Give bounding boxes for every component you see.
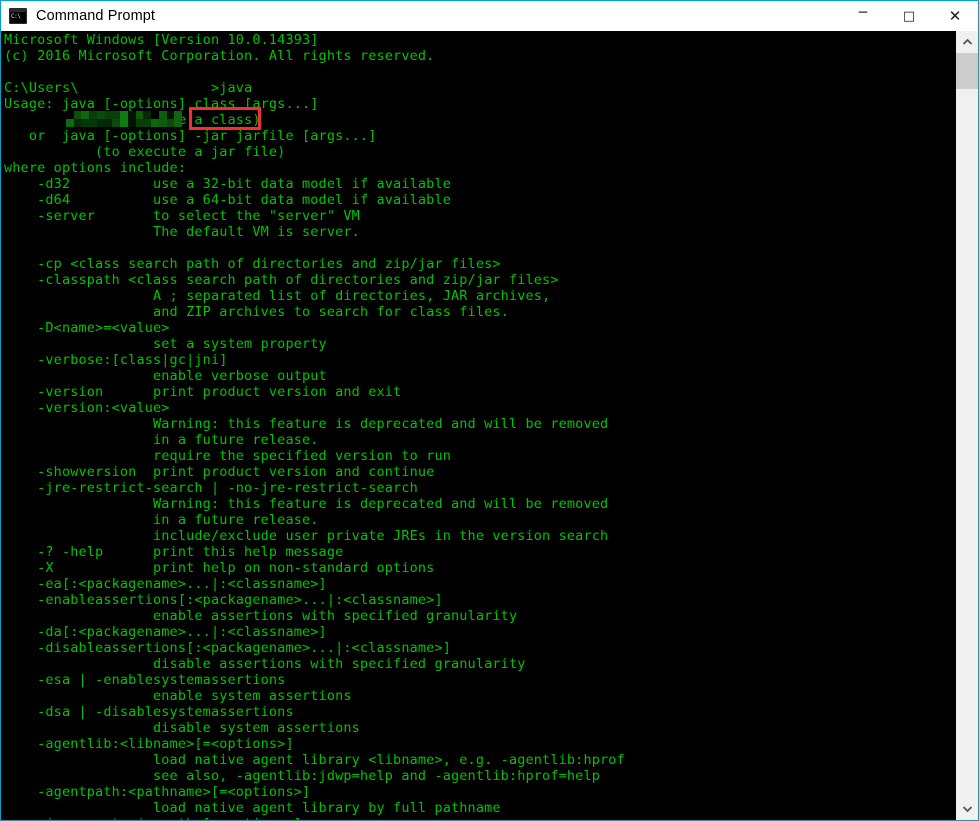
console-output-text: Microsoft Windows [Version 10.0.14393] (… (4, 32, 625, 820)
minimize-button[interactable]: ─ (840, 1, 886, 31)
window-controls: ─ □ ✕ (840, 1, 978, 31)
console-area: Microsoft Windows [Version 10.0.14393] (… (1, 31, 978, 820)
scrollbar-track[interactable] (956, 53, 978, 798)
redaction-tile (128, 111, 136, 119)
redaction-tile (66, 111, 74, 119)
redaction-tile (136, 119, 144, 127)
maximize-icon: □ (903, 10, 915, 23)
maximize-button[interactable]: □ (886, 1, 932, 31)
redaction-tile (159, 111, 167, 119)
redaction-tile (112, 111, 120, 119)
redaction-tile (89, 111, 97, 119)
scroll-up-button[interactable] (956, 31, 978, 53)
redaction-tile (174, 119, 182, 127)
redaction-tile (167, 119, 175, 127)
redaction-tile (74, 111, 82, 119)
redaction-tile (97, 119, 105, 127)
redaction-tile (143, 111, 151, 119)
scroll-down-arrow-icon (963, 806, 972, 812)
redaction-tile (128, 119, 136, 127)
cmd-console-icon: C:\ (9, 8, 27, 24)
close-button[interactable]: ✕ (932, 1, 978, 31)
redaction-tile (159, 119, 167, 127)
cmd-icon-screen-text: C:\ (10, 12, 26, 23)
redaction-tile (112, 119, 120, 127)
redaction-tile (174, 111, 182, 119)
redaction-tile (151, 119, 159, 127)
redaction-tile (120, 119, 128, 127)
redacted-username (66, 111, 182, 127)
close-icon: ✕ (949, 9, 962, 24)
scrollbar-thumb[interactable] (956, 53, 978, 89)
redaction-tile (105, 111, 113, 119)
title-bar[interactable]: C:\ Command Prompt ─ □ ✕ (1, 1, 978, 31)
console-output-surface[interactable]: Microsoft Windows [Version 10.0.14393] (… (1, 31, 956, 820)
scroll-up-arrow-icon (963, 39, 972, 45)
redaction-tile (66, 119, 74, 127)
redaction-tile (151, 111, 159, 119)
minimize-icon: ─ (859, 6, 867, 20)
redaction-tile (81, 111, 89, 119)
redaction-tile (105, 119, 113, 127)
vertical-scrollbar[interactable] (956, 31, 978, 820)
redaction-tile (143, 119, 151, 127)
redaction-tile (89, 119, 97, 127)
redaction-tile (136, 111, 144, 119)
redaction-tile (167, 111, 175, 119)
redaction-tile (97, 111, 105, 119)
command-prompt-window: C:\ Command Prompt ─ □ ✕ Microsoft Windo… (0, 0, 979, 821)
window-title: Command Prompt (36, 8, 155, 24)
scroll-down-button[interactable] (956, 798, 978, 820)
red-highlight-box (189, 107, 261, 130)
redaction-tile (81, 119, 89, 127)
redaction-tile (120, 111, 128, 119)
redaction-tile (74, 119, 82, 127)
